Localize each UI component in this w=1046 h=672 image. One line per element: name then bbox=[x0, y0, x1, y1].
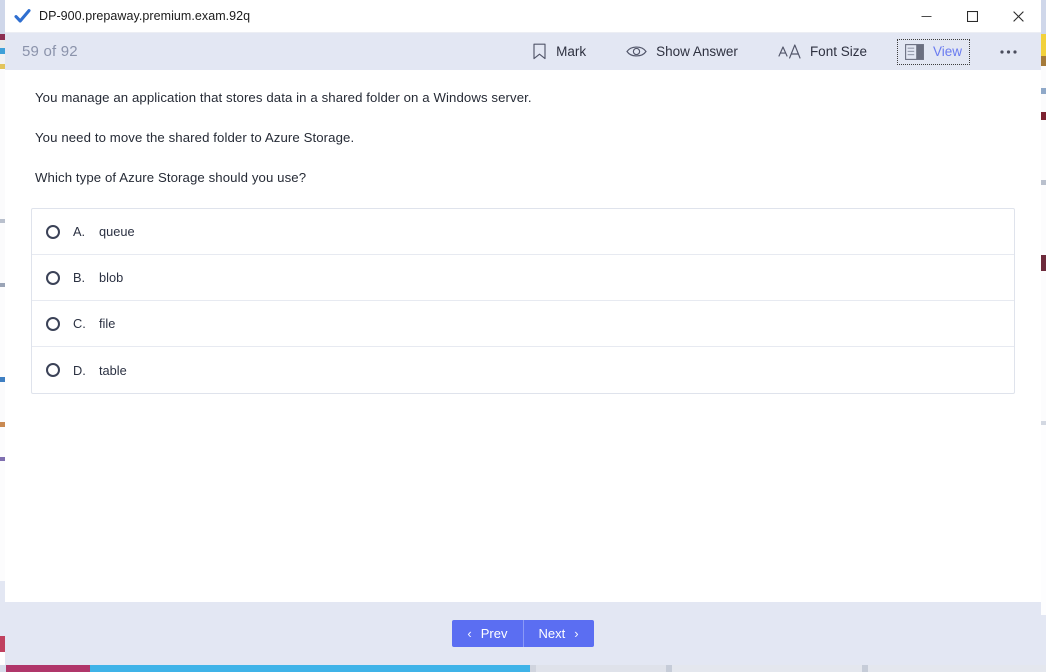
mark-label: Mark bbox=[556, 44, 587, 59]
option-letter-b: B. bbox=[73, 270, 86, 286]
answer-option-a[interactable]: A. queue bbox=[32, 209, 1014, 256]
minimize-button[interactable] bbox=[903, 0, 949, 32]
question-line-2: You need to move the shared folder to Az… bbox=[35, 130, 355, 146]
next-button[interactable]: Next › bbox=[523, 620, 594, 647]
window-title: DP-900.prepaway.premium.exam.92q bbox=[39, 9, 251, 23]
blue-checkmark-icon bbox=[14, 8, 31, 23]
eye-icon bbox=[626, 46, 647, 57]
app-root: DP-900.prepaway.premium.exam.92q 59 of 9… bbox=[0, 0, 1046, 672]
title-bar-left: DP-900.prepaway.premium.exam.92q bbox=[5, 8, 903, 25]
radio-icon-d[interactable] bbox=[46, 363, 60, 378]
font-size-label: Font Size bbox=[809, 44, 867, 59]
title-bar[interactable]: DP-900.prepaway.premium.exam.92q bbox=[5, 0, 1041, 33]
question-counter: 59 of 92 bbox=[22, 43, 78, 60]
close-icon bbox=[1012, 10, 1024, 22]
option-text-b: blob bbox=[99, 270, 124, 286]
question-stem: You manage an application that stores da… bbox=[5, 88, 1041, 187]
question-line-3: Which type of Azure Storage should you u… bbox=[35, 170, 307, 186]
chevron-right-icon: › bbox=[574, 626, 579, 641]
radio-icon-a[interactable] bbox=[46, 224, 60, 239]
footer-bar: ‹ Prev Next › bbox=[5, 602, 1041, 665]
view-button[interactable]: View bbox=[896, 38, 970, 65]
radio-icon-b[interactable] bbox=[46, 270, 60, 285]
prev-label: Prev bbox=[480, 626, 508, 641]
font-size-button[interactable]: Font Size bbox=[770, 38, 875, 65]
option-text-a: queue bbox=[99, 224, 135, 240]
application-window: DP-900.prepaway.premium.exam.92q 59 of 9… bbox=[5, 0, 1041, 665]
more-options-icon bbox=[1000, 49, 1017, 54]
chevron-left-icon: ‹ bbox=[467, 626, 472, 641]
navigation-button-group: ‹ Prev Next › bbox=[452, 620, 594, 647]
answer-option-d[interactable]: D. table bbox=[32, 347, 1014, 393]
next-label: Next bbox=[538, 626, 566, 641]
bottom-background-strip bbox=[0, 665, 1046, 672]
minimize-icon bbox=[921, 15, 931, 17]
background-sliver-right bbox=[1041, 0, 1046, 672]
answer-option-b[interactable]: B. blob bbox=[32, 255, 1014, 302]
question-content: You manage an application that stores da… bbox=[5, 70, 1041, 602]
font-size-icon bbox=[778, 44, 801, 59]
view-label: View bbox=[932, 44, 962, 59]
radio-icon-c[interactable] bbox=[46, 316, 60, 331]
answer-option-c[interactable]: C. file bbox=[32, 301, 1014, 348]
bookmark-icon bbox=[533, 43, 546, 60]
close-button[interactable] bbox=[995, 0, 1041, 32]
window-controls bbox=[903, 0, 1041, 32]
show-answer-button[interactable]: Show Answer bbox=[618, 39, 746, 64]
maximize-button[interactable] bbox=[949, 0, 995, 32]
more-options-button[interactable] bbox=[990, 45, 1027, 59]
answer-options-list: A. queue B. blob C. file D. table bbox=[31, 208, 1015, 395]
question-line-1: You manage an application that stores da… bbox=[35, 90, 532, 105]
option-text-c: file bbox=[99, 316, 116, 332]
option-letter-c: C. bbox=[73, 316, 86, 332]
option-letter-a: A. bbox=[73, 224, 86, 240]
show-answer-label: Show Answer bbox=[656, 44, 738, 59]
mark-button[interactable]: Mark bbox=[524, 38, 594, 65]
maximize-icon bbox=[966, 10, 978, 22]
prev-button[interactable]: ‹ Prev bbox=[452, 620, 524, 647]
layout-panel-icon bbox=[905, 43, 924, 60]
option-text-d: table bbox=[99, 362, 127, 378]
toolbar: 59 of 92 Mark Show Answer Font Size View bbox=[5, 33, 1041, 70]
option-letter-d: D. bbox=[73, 362, 86, 378]
